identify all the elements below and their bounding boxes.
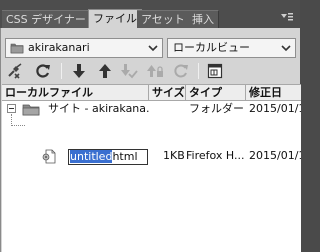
html-file-icon bbox=[42, 149, 56, 164]
check-out-button[interactable] bbox=[119, 62, 139, 80]
file-size: 1KB bbox=[163, 149, 185, 162]
file-modified: 2015/01/1 bbox=[249, 102, 301, 115]
rename-input[interactable]: untitledhtml bbox=[68, 149, 148, 165]
tab-insert[interactable]: 挿入 bbox=[188, 10, 219, 28]
file-type: フォルダー bbox=[189, 102, 244, 115]
sync-button[interactable] bbox=[171, 62, 191, 80]
refresh-button[interactable] bbox=[33, 62, 53, 80]
files-toolbar bbox=[1, 61, 301, 81]
file-list-header: ローカルファイル サイズ タイプ 修正日 bbox=[2, 84, 301, 101]
check-in-button[interactable] bbox=[145, 62, 165, 80]
view-dropdown-value: ローカルビュー bbox=[173, 41, 250, 54]
put-files-button[interactable] bbox=[95, 62, 115, 80]
sync-icon bbox=[174, 64, 188, 78]
file-type: Firefox H... bbox=[186, 149, 245, 162]
collapse-toggle-icon[interactable] bbox=[7, 104, 16, 113]
tab-files[interactable]: ファイル bbox=[88, 9, 142, 28]
site-dropdown[interactable]: akirakanari bbox=[5, 38, 163, 58]
column-local-files[interactable]: ローカルファイル bbox=[2, 85, 149, 101]
get-files-button[interactable] bbox=[69, 62, 89, 80]
file-size bbox=[152, 101, 185, 117]
check-out-icon bbox=[121, 64, 138, 79]
chevron-down-icon bbox=[281, 45, 291, 52]
files-panel: akirakanari ローカルビュー ローカルファイル サイズ タイプ 修正日… bbox=[0, 28, 301, 252]
tree-line bbox=[11, 125, 25, 126]
rename-selected-text: untitled bbox=[70, 150, 113, 163]
put-files-icon bbox=[99, 64, 111, 78]
connect-icon bbox=[8, 63, 22, 79]
toolbar-separator bbox=[198, 63, 199, 79]
tab-css-designer[interactable]: CSS デザイナー bbox=[2, 10, 91, 28]
table-row[interactable]: untitledhtml 1KB Firefox H... 2015/01/1 bbox=[2, 148, 301, 165]
check-in-icon bbox=[147, 65, 163, 77]
column-type[interactable]: タイプ bbox=[186, 85, 246, 101]
table-row[interactable]: サイト - akirakana... フォルダー 2015/01/1 bbox=[2, 101, 301, 117]
refresh-icon bbox=[36, 64, 50, 78]
site-dropdown-value: akirakanari bbox=[28, 41, 90, 54]
column-size[interactable]: サイズ bbox=[149, 85, 186, 101]
site-folder-icon bbox=[10, 43, 24, 54]
rename-extension-text: html bbox=[112, 150, 138, 163]
tab-assets[interactable]: アセット bbox=[137, 10, 190, 28]
view-dropdown[interactable]: ローカルビュー bbox=[167, 38, 296, 58]
get-files-icon bbox=[73, 64, 85, 78]
folder-icon bbox=[22, 104, 40, 116]
column-modified[interactable]: 修正日 bbox=[246, 85, 301, 101]
file-name: サイト - akirakana... bbox=[48, 102, 149, 115]
connect-button[interactable] bbox=[5, 62, 25, 80]
panel-menu-icon[interactable] bbox=[280, 12, 294, 24]
expand-panel-button[interactable] bbox=[205, 62, 225, 80]
chevron-down-icon bbox=[148, 45, 158, 52]
panel-tab-bar: CSS デザイナー ファイル アセット 挿入 bbox=[0, 0, 300, 28]
file-list: サイト - akirakana... フォルダー 2015/01/1 untit… bbox=[2, 101, 301, 252]
expand-panel-icon bbox=[207, 63, 223, 79]
file-modified: 2015/01/1 bbox=[249, 149, 301, 162]
toolbar-separator bbox=[61, 63, 62, 79]
